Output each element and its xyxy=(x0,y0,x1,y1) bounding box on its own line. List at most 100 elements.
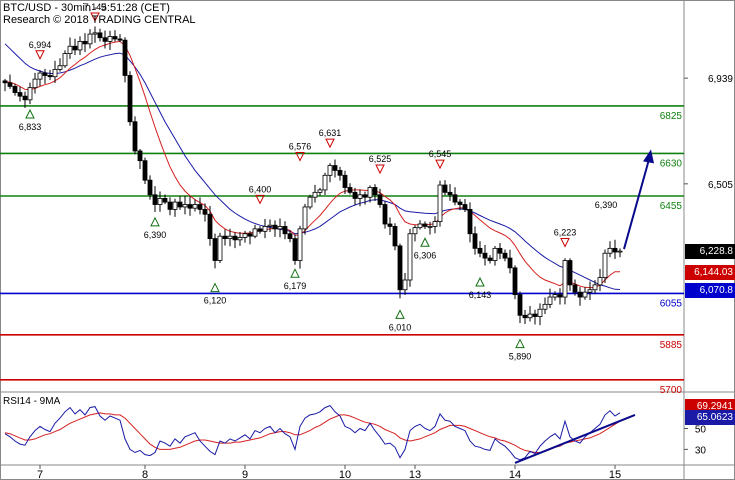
candle-body-63 xyxy=(317,189,323,193)
candle-body-47 xyxy=(237,236,243,241)
candle-body-34 xyxy=(172,201,178,210)
candle-body-53 xyxy=(267,224,273,227)
candle-body-88 xyxy=(442,184,448,193)
candle-body-25 xyxy=(127,75,133,123)
candle-body-62 xyxy=(312,191,318,198)
trough-label-10: 6,010 xyxy=(389,322,412,332)
candle-body-10 xyxy=(52,68,58,78)
trough-label-2: 6,833 xyxy=(19,122,42,132)
candle-body-4 xyxy=(22,95,28,101)
level-label-1: 6630 xyxy=(660,158,683,169)
candle-body-102 xyxy=(512,267,518,296)
candle-body-79 xyxy=(397,245,403,291)
rsi-trendline xyxy=(514,414,636,464)
candle-body-39 xyxy=(197,204,203,210)
candle-body-37 xyxy=(187,204,193,209)
candle-body-84 xyxy=(422,223,428,227)
level-label-2: 6455 xyxy=(660,201,683,212)
candle-body-65 xyxy=(327,165,333,176)
candle-body-42 xyxy=(212,238,218,261)
trough-label-7: 6,179 xyxy=(284,281,307,291)
chart-frame xyxy=(0,0,735,480)
rsi-title: RSI14 - 9MA xyxy=(3,396,61,407)
candle-body-52 xyxy=(262,226,268,232)
candle-body-119 xyxy=(597,277,603,286)
candle-body-109 xyxy=(547,296,553,305)
trough-label-12: 6,306 xyxy=(414,250,437,260)
candle-body-89 xyxy=(447,191,453,196)
candle-body-96 xyxy=(482,252,488,259)
candle-body-105 xyxy=(527,313,533,319)
candle-body-46 xyxy=(232,235,238,241)
peak-label-5: 6,400 xyxy=(249,184,272,194)
candle-body-74 xyxy=(372,187,378,196)
peak-label-9: 6,525 xyxy=(369,154,392,164)
candle-body-110 xyxy=(552,294,558,298)
time-label-5: 14 xyxy=(509,469,521,480)
candle-body-36 xyxy=(182,204,188,208)
trough-marker-13 xyxy=(475,276,485,287)
candle-body-8 xyxy=(42,72,48,76)
peak-label-6: 6,576 xyxy=(289,142,312,152)
trough-marker-7 xyxy=(290,268,300,278)
candle-body-61 xyxy=(307,196,313,208)
candle-body-101 xyxy=(507,257,513,269)
candle-body-76 xyxy=(382,204,388,225)
time-label-4: 13 xyxy=(409,469,421,480)
ma-slow-line xyxy=(4,43,621,290)
candle-body-20 xyxy=(102,37,108,42)
candle-body-13 xyxy=(67,45,73,54)
chart-canvas: 6,9396,5056825663064556055588557007,1496… xyxy=(0,0,735,480)
candle-body-29 xyxy=(147,179,153,196)
candle-body-18 xyxy=(92,32,98,35)
candle-body-115 xyxy=(577,291,583,298)
candle-body-114 xyxy=(572,284,578,293)
candle-body-98 xyxy=(492,247,498,261)
candle-body-22 xyxy=(112,36,118,40)
candle-body-82 xyxy=(412,227,418,235)
candle-body-66 xyxy=(332,165,338,171)
candle-body-23 xyxy=(117,38,123,41)
candle-body-122 xyxy=(612,247,618,253)
candle-body-44 xyxy=(222,235,228,240)
forecast-arrow-shaft xyxy=(623,159,650,250)
candle-body-120 xyxy=(602,252,608,278)
candle-body-117 xyxy=(587,289,593,293)
candle-body-80 xyxy=(402,279,408,291)
candle-body-73 xyxy=(367,187,373,198)
candle-body-83 xyxy=(417,223,423,229)
candle-body-14 xyxy=(72,45,78,51)
candle-body-0 xyxy=(2,80,8,84)
time-label-3: 10 xyxy=(339,469,351,480)
candle-body-19 xyxy=(97,32,103,39)
price-tag-0: 6,228.8 xyxy=(685,244,735,260)
candle-body-91 xyxy=(457,201,463,205)
candle-body-113 xyxy=(567,260,573,286)
candle-body-71 xyxy=(357,194,363,199)
candle-body-11 xyxy=(57,65,63,70)
trough-label-3: 6,390 xyxy=(144,230,167,240)
candle-body-77 xyxy=(387,223,393,227)
candle-body-86 xyxy=(432,221,438,227)
candle-body-30 xyxy=(152,194,158,205)
candle-body-70 xyxy=(352,191,358,199)
price-tick-label-1: 6,505 xyxy=(708,180,733,191)
candle-body-67 xyxy=(337,170,343,176)
candle-body-108 xyxy=(542,303,548,310)
candle-body-51 xyxy=(257,228,263,232)
level-label-4: 5885 xyxy=(660,340,683,351)
peak-label-11: 6,545 xyxy=(429,149,452,159)
rsi-tick-label-1: 30 xyxy=(695,445,707,456)
candle-body-38 xyxy=(192,204,198,209)
peak-marker-15 xyxy=(560,237,570,248)
peak-label-15: 6,223 xyxy=(554,227,577,237)
candle-body-94 xyxy=(472,233,478,249)
candle-body-116 xyxy=(582,291,588,298)
candle-body-45 xyxy=(227,235,233,240)
candle-body-6 xyxy=(32,78,38,89)
peak-label-1: 6,994 xyxy=(29,40,52,50)
trough-marker-12 xyxy=(420,237,430,247)
candle-body-31 xyxy=(157,198,163,205)
candle-body-64 xyxy=(322,174,328,191)
ma-fast-line xyxy=(4,40,620,289)
